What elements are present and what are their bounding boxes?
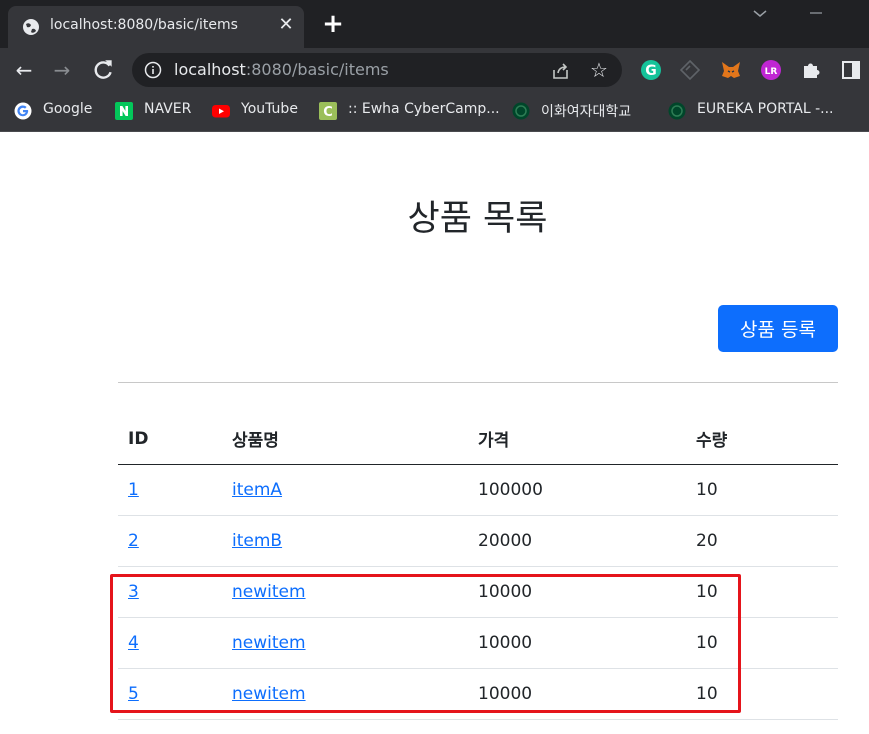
back-arrow-icon[interactable]: ← bbox=[10, 56, 38, 84]
item-price: 10000 bbox=[468, 668, 686, 720]
share-icon[interactable] bbox=[550, 60, 572, 82]
item-quantity: 10 bbox=[686, 566, 838, 618]
item-price: 20000 bbox=[468, 515, 686, 567]
item-name-cell: itemB bbox=[222, 515, 468, 567]
item-name-cell: newitem bbox=[222, 566, 468, 618]
item-id-link[interactable]: 4 bbox=[128, 633, 139, 653]
naver-icon bbox=[115, 102, 133, 120]
tab-search-chevron-icon[interactable] bbox=[748, 4, 772, 22]
divider bbox=[118, 382, 838, 383]
item-id-link[interactable]: 1 bbox=[128, 480, 139, 500]
extension-lr-icon[interactable]: LR bbox=[760, 59, 782, 81]
metamask-fox-icon[interactable] bbox=[720, 59, 742, 81]
item-name-link[interactable]: itemA bbox=[232, 480, 282, 500]
column-header-price: 가격 bbox=[468, 414, 686, 465]
url-text: localhost:8080/basic/items bbox=[174, 60, 389, 79]
minimize-icon[interactable] bbox=[804, 4, 828, 22]
bookmark-label: NAVER bbox=[144, 101, 192, 117]
item-id-link[interactable]: 3 bbox=[128, 582, 139, 602]
ewha-emblem-icon bbox=[668, 102, 686, 120]
item-name-link[interactable]: newitem bbox=[232, 633, 306, 653]
bookmark-label: :: Ewha CyberCamp... bbox=[348, 101, 500, 117]
item-quantity: 10 bbox=[686, 668, 838, 720]
item-id-link[interactable]: 2 bbox=[128, 531, 139, 551]
reload-icon[interactable] bbox=[90, 57, 116, 83]
info-icon[interactable] bbox=[144, 61, 162, 79]
forward-arrow-icon[interactable]: → bbox=[48, 56, 76, 84]
item-price: 10000 bbox=[468, 566, 686, 618]
bookmark-label: YouTube bbox=[241, 101, 298, 117]
item-id-cell: 2 bbox=[118, 515, 222, 567]
item-name-cell: newitem bbox=[222, 617, 468, 669]
google-icon bbox=[14, 102, 32, 120]
table-row: 3 newitem 10000 10 bbox=[118, 566, 838, 618]
item-quantity: 10 bbox=[686, 464, 838, 516]
page-content: 상품 목록 상품 등록 ID 상품명 가격 수량 1 itemA 100000 … bbox=[0, 133, 869, 734]
url-host: localhost bbox=[174, 60, 246, 79]
item-id-cell: 4 bbox=[118, 617, 222, 669]
page-title: 상품 목록 bbox=[407, 199, 548, 239]
table-header-row: ID 상품명 가격 수량 bbox=[118, 414, 838, 465]
extension-diamond-icon[interactable] bbox=[679, 59, 701, 81]
address-bar[interactable]: localhost:8080/basic/items ☆ bbox=[132, 53, 622, 87]
tab-title: localhost:8080/basic/items bbox=[50, 17, 238, 33]
column-header-id: ID bbox=[118, 414, 222, 465]
tab-close-icon[interactable]: ✕ bbox=[276, 15, 296, 35]
bookmark-label: 이화여자대학교 bbox=[541, 104, 632, 120]
item-name-link[interactable]: newitem bbox=[232, 684, 306, 704]
item-id-cell: 5 bbox=[118, 668, 222, 720]
table-row: 5 newitem 10000 10 bbox=[118, 668, 838, 720]
item-id-cell: 1 bbox=[118, 464, 222, 516]
grammarly-icon[interactable]: G bbox=[640, 59, 662, 81]
cybercampus-icon: C bbox=[319, 102, 337, 120]
svg-text:C: C bbox=[323, 105, 333, 120]
item-quantity: 10 bbox=[686, 617, 838, 669]
item-id-cell: 3 bbox=[118, 566, 222, 618]
bookmark-label: Google bbox=[43, 101, 93, 117]
item-quantity: 20 bbox=[686, 515, 838, 567]
ewha-emblem-icon bbox=[512, 102, 530, 120]
item-id-link[interactable]: 5 bbox=[128, 684, 139, 704]
globe-icon bbox=[23, 19, 39, 35]
item-name-cell: newitem bbox=[222, 668, 468, 720]
side-panel-icon[interactable] bbox=[840, 59, 862, 81]
svg-text:G: G bbox=[645, 63, 657, 79]
tab-strip: localhost:8080/basic/items ✕ + bbox=[0, 0, 869, 48]
url-path: :8080/basic/items bbox=[245, 60, 389, 79]
browser-tab[interactable]: localhost:8080/basic/items ✕ bbox=[8, 6, 304, 48]
table-row: 4 newitem 10000 10 bbox=[118, 617, 838, 669]
add-item-button[interactable]: 상품 등록 bbox=[718, 305, 838, 352]
item-price: 100000 bbox=[468, 464, 686, 516]
item-name-link[interactable]: itemB bbox=[232, 531, 282, 551]
table-row: 2 itemB 20000 20 bbox=[118, 515, 838, 567]
new-tab-button[interactable]: + bbox=[320, 11, 346, 38]
items-table: ID 상품명 가격 수량 1 itemA 100000 10 2 itemB 2… bbox=[118, 414, 838, 720]
column-header-name: 상품명 bbox=[222, 414, 468, 465]
item-name-link[interactable]: newitem bbox=[232, 582, 306, 602]
item-price: 10000 bbox=[468, 617, 686, 669]
youtube-icon bbox=[212, 105, 230, 118]
bookmarks-bar: Google NAVER YouTube C :: Ewha CyberCamp… bbox=[0, 92, 869, 132]
bookmark-star-icon[interactable]: ☆ bbox=[590, 58, 608, 82]
column-header-quantity: 수량 bbox=[686, 414, 838, 465]
svg-text:LR: LR bbox=[765, 67, 778, 77]
bookmark-label: EUREKA PORTAL -... bbox=[697, 101, 834, 117]
browser-toolbar: ← → localhost:8080/basic/items ☆ G LR bbox=[0, 48, 869, 92]
item-name-cell: itemA bbox=[222, 464, 468, 516]
table-row: 1 itemA 100000 10 bbox=[118, 464, 838, 516]
extensions-puzzle-icon[interactable] bbox=[800, 59, 822, 81]
